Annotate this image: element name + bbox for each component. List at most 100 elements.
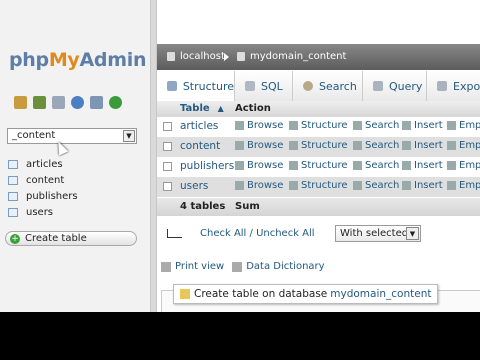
search-label: Search xyxy=(365,140,400,151)
search-icon xyxy=(353,181,362,190)
table-name-link[interactable]: users xyxy=(180,180,208,192)
sql-icon[interactable] xyxy=(52,96,65,109)
table-list-item[interactable]: articles xyxy=(8,156,78,172)
table-name-link[interactable]: articles xyxy=(180,120,218,132)
column-header-table[interactable]: Table ▲ xyxy=(180,103,224,114)
breadcrumb-database[interactable]: mydomain_content xyxy=(237,51,346,62)
create-table-db-name: mydomain_content xyxy=(330,288,432,300)
table-name-link[interactable]: publishers xyxy=(180,160,234,172)
home-icon[interactable] xyxy=(14,96,27,109)
empty-link[interactable]: Emp xyxy=(447,180,480,191)
breadcrumb-separator-icon xyxy=(224,53,229,61)
structure-link[interactable]: Structure xyxy=(289,160,348,171)
browse-icon xyxy=(235,121,244,130)
search-link[interactable]: Search xyxy=(353,120,399,131)
grid-header: Table ▲ Action xyxy=(157,101,480,117)
search-link[interactable]: Search xyxy=(353,140,399,151)
create-table-on-db-label: Create table on database xyxy=(194,288,328,300)
breadcrumb-server[interactable]: localhost xyxy=(167,51,225,62)
check-all-row: Check All / Uncheck All xyxy=(167,228,315,239)
row-checkbox[interactable] xyxy=(163,122,172,131)
structure-link[interactable]: Structure xyxy=(289,180,348,191)
table-list: articles content publishers users xyxy=(8,156,78,220)
create-table-button[interactable]: + Create table xyxy=(5,231,137,246)
tab-structure[interactable]: Structure xyxy=(157,71,235,102)
column-header-action: Action xyxy=(235,103,271,114)
structure-icon xyxy=(289,121,298,130)
new-table-icon xyxy=(180,289,190,299)
search-icon xyxy=(303,81,313,91)
phpmyadmin-logo[interactable]: phpMyAdmin xyxy=(9,49,146,71)
row-checkbox[interactable] xyxy=(163,142,172,151)
structure-icon xyxy=(167,81,177,91)
structure-label: Structure xyxy=(301,140,348,151)
chevron-down-icon[interactable]: ▼ xyxy=(123,130,135,142)
insert-link[interactable]: Insert xyxy=(402,160,443,171)
utility-links: Print view Data Dictionary xyxy=(161,261,325,272)
breadcrumb-database-label: mydomain_content xyxy=(250,51,347,62)
table-icon xyxy=(8,207,18,217)
empty-link[interactable]: Emp xyxy=(447,160,480,171)
arrow-up-icon xyxy=(167,229,182,238)
sort-icon: ▲ xyxy=(217,104,224,113)
browse-link[interactable]: Browse xyxy=(235,160,283,171)
search-icon xyxy=(353,121,362,130)
tab-query[interactable]: Query xyxy=(363,71,427,101)
data-dictionary-link[interactable]: Data Dictionary xyxy=(246,261,324,272)
search-link[interactable]: Search xyxy=(353,160,399,171)
structure-link[interactable]: Structure xyxy=(289,120,348,131)
help-icon[interactable] xyxy=(71,96,84,109)
table-row: publishers Browse Structure Search Inser… xyxy=(157,157,480,177)
structure-link[interactable]: Structure xyxy=(289,140,348,151)
database-select[interactable]: _content ▼ xyxy=(7,128,137,144)
table-name-link[interactable]: content xyxy=(180,140,220,152)
tab-search[interactable]: Search xyxy=(293,71,363,101)
database-icon xyxy=(237,52,245,61)
tab-export[interactable]: Expo xyxy=(427,71,480,101)
empty-link[interactable]: Emp xyxy=(447,140,480,151)
main-content: localhost mydomain_content Structure SQL… xyxy=(157,0,480,312)
row-checkbox[interactable] xyxy=(163,182,172,191)
empty-icon xyxy=(447,181,456,190)
reload-icon[interactable] xyxy=(109,96,122,109)
tab-sql[interactable]: SQL xyxy=(235,71,293,101)
logo-part-admin: Admin xyxy=(79,49,147,71)
table-icon xyxy=(8,191,18,201)
database-icon[interactable] xyxy=(33,96,46,109)
table-row: users Browse Structure Search Insert Emp xyxy=(157,177,480,197)
browse-link[interactable]: Browse xyxy=(235,120,283,131)
check-all-link[interactable]: Check All / Uncheck All xyxy=(200,228,315,239)
print-view-link[interactable]: Print view xyxy=(175,261,224,272)
browse-link[interactable]: Browse xyxy=(235,180,283,191)
pane-divider[interactable] xyxy=(150,0,157,312)
app-window: phpMyAdmin _content ▼ articles content p… xyxy=(0,0,480,312)
browse-link[interactable]: Browse xyxy=(235,140,283,151)
table-icon xyxy=(8,175,18,185)
search-link[interactable]: Search xyxy=(353,180,399,191)
navigation-panel: phpMyAdmin _content ▼ articles content p… xyxy=(0,0,150,312)
table-row: articles Browse Structure Search Insert … xyxy=(157,117,480,137)
table-list-item[interactable]: content xyxy=(8,172,78,188)
browse-icon xyxy=(235,161,244,170)
insert-link[interactable]: Insert xyxy=(402,140,443,151)
logo-part-my: My xyxy=(48,49,80,71)
empty-link[interactable]: Emp xyxy=(447,120,480,131)
table-list-label: users xyxy=(26,206,54,218)
browse-label: Browse xyxy=(247,120,284,131)
with-selected-select[interactable]: With selected: ▼ xyxy=(335,225,421,242)
structure-icon xyxy=(289,141,298,150)
insert-link[interactable]: Insert xyxy=(402,180,443,191)
table-list-item[interactable]: publishers xyxy=(8,188,78,204)
row-checkbox[interactable] xyxy=(163,162,172,171)
query-icon xyxy=(373,81,383,91)
sql-icon xyxy=(245,81,255,91)
empty-icon xyxy=(447,161,456,170)
tab-label: Expo xyxy=(453,79,480,93)
docs-icon[interactable] xyxy=(90,96,103,109)
table-list-item[interactable]: users xyxy=(8,204,78,220)
empty-label: Emp xyxy=(459,160,480,171)
empty-label: Emp xyxy=(459,180,480,191)
insert-link[interactable]: Insert xyxy=(402,120,443,131)
empty-icon xyxy=(447,121,456,130)
chevron-down-icon[interactable]: ▼ xyxy=(406,227,419,240)
